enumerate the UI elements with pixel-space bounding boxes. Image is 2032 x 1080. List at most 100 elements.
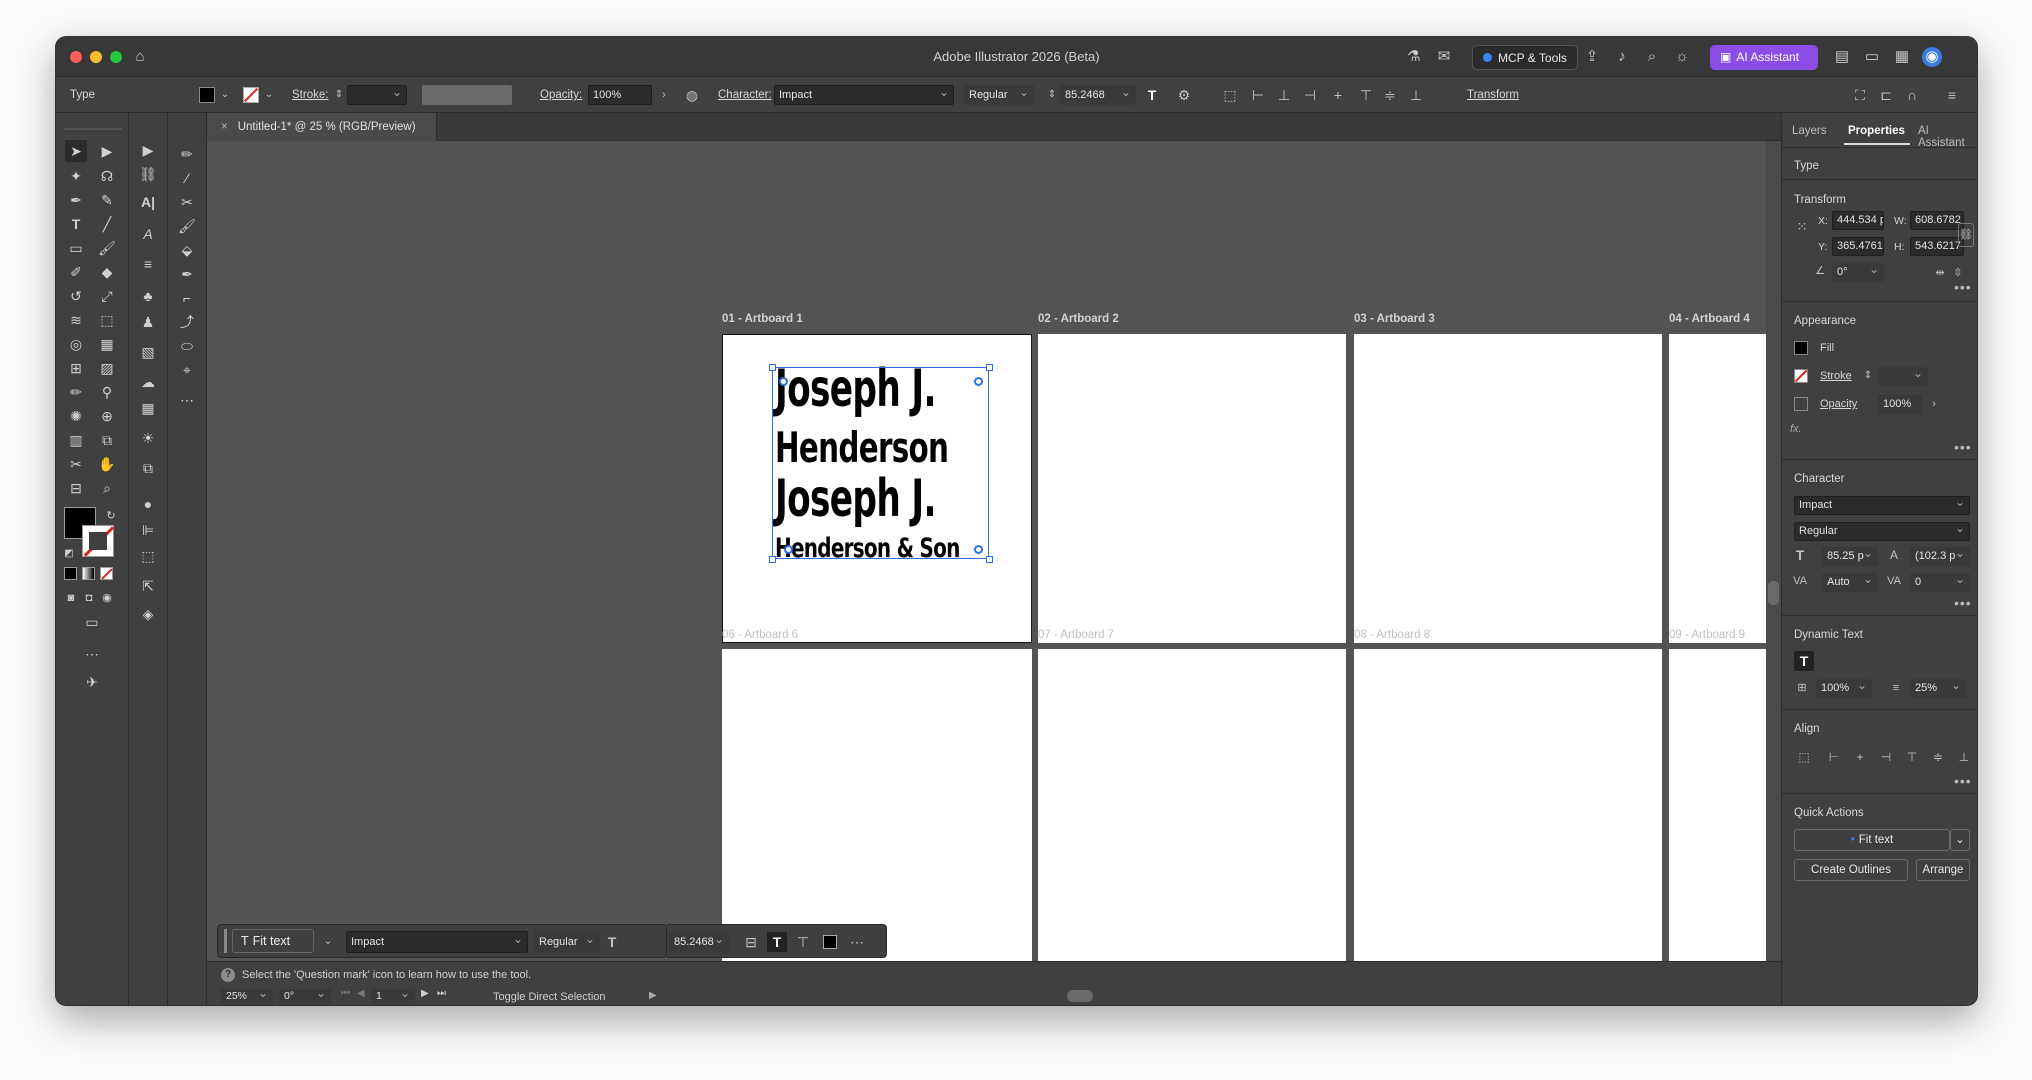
arrange-button[interactable]: Arrange: [1916, 859, 1970, 881]
stroke-color-box[interactable]: [82, 525, 115, 557]
none-mode-icon[interactable]: [100, 567, 113, 580]
search-icon[interactable]: ⌕: [1642, 47, 1662, 67]
artboard-label[interactable]: 06 - Artboard 6: [722, 629, 798, 641]
dynamic-type-icon[interactable]: T: [1142, 85, 1162, 105]
stroke-label[interactable]: Stroke:: [292, 89, 328, 101]
reference-point-icon[interactable]: ⁙: [1792, 217, 1812, 237]
artboard-number-field[interactable]: 1: [371, 989, 415, 1004]
type-tool-icon[interactable]: T: [65, 213, 87, 235]
text-out-port[interactable]: [974, 377, 983, 386]
artboard-3[interactable]: [1354, 334, 1662, 643]
gradient-mode-icon[interactable]: [82, 567, 95, 580]
shaper-tool-icon[interactable]: ✐: [65, 261, 87, 283]
artboard-label[interactable]: 03 - Artboard 3: [1354, 313, 1435, 325]
eraser-icon[interactable]: ◆: [96, 261, 118, 283]
bell-icon[interactable]: ♪: [1612, 47, 1632, 67]
ctb-size-field[interactable]: 85.2468: [669, 931, 729, 953]
paragraph-icon[interactable]: ≡: [137, 253, 159, 275]
artboard-7[interactable]: [1038, 649, 1346, 961]
lightbulb-icon[interactable]: ☼: [1672, 47, 1692, 67]
pathfinder-icon[interactable]: ●: [137, 493, 159, 515]
resize-handle[interactable]: [986, 556, 993, 563]
align-hcenter-icon[interactable]: ⊥: [1274, 85, 1294, 105]
h-scroll-thumb[interactable]: [1067, 990, 1093, 1002]
swatches-icon[interactable]: ▦: [137, 397, 159, 419]
puppet-warp-icon[interactable]: ♟: [137, 311, 159, 333]
font-style-field[interactable]: Regular: [964, 85, 1034, 105]
text-anchor[interactable]: [784, 545, 793, 554]
stroke-swatch-dropdown-icon[interactable]: ⌄: [259, 85, 279, 105]
appearance-fill-swatch[interactable]: [1794, 341, 1808, 355]
graph-tool-icon[interactable]: ▥: [65, 429, 87, 451]
distribute-icon[interactable]: +: [1328, 85, 1348, 105]
zoom-field[interactable]: 25%: [221, 989, 273, 1004]
mesh-tool-icon[interactable]: ⊞: [65, 357, 87, 379]
opacity-link[interactable]: Opacity: [1820, 398, 1857, 410]
appearance-more-icon[interactable]: •••: [1954, 439, 1972, 455]
lasso-icon[interactable]: ☊: [96, 165, 118, 187]
comments-icon[interactable]: ✉: [1434, 47, 1454, 67]
artboard-label[interactable]: 09 - Artboard 9: [1669, 629, 1745, 641]
gradient-tool-icon[interactable]: ▨: [96, 357, 118, 379]
scissors-icon[interactable]: ✂: [176, 191, 198, 213]
kerning-field[interactable]: Auto: [1822, 573, 1878, 592]
hand-tool-icon[interactable]: ✋: [96, 453, 118, 475]
resize-handle[interactable]: [986, 364, 993, 371]
artboard-1[interactable]: Joseph J. Henderson Joseph J. Henderson …: [722, 334, 1032, 643]
fill-bucket-icon[interactable]: ⬙: [176, 239, 198, 261]
x-field[interactable]: 444.534 p: [1832, 211, 1884, 230]
artboard-6[interactable]: [722, 649, 1032, 961]
more-options-icon[interactable]: ⋯: [847, 932, 867, 952]
panel-align-center-icon[interactable]: +: [1850, 747, 1870, 767]
ai-assistant-button[interactable]: ▣ AI Assistant: [1710, 45, 1818, 70]
dynamic-spacing-field[interactable]: 25%: [1910, 679, 1966, 698]
canvas[interactable]: 01 - Artboard 1 02 - Artboard 2 03 - Art…: [207, 141, 1766, 961]
text-anchor[interactable]: [974, 545, 983, 554]
ellipse-tool-icon[interactable]: ⬭: [176, 335, 198, 357]
panel-align-middle-icon[interactable]: ≑: [1928, 747, 1948, 767]
align-top-icon[interactable]: ⊤: [1356, 85, 1376, 105]
gradient-panel-icon[interactable]: ▧: [137, 341, 159, 363]
slice-tool-icon[interactable]: ✂: [65, 453, 87, 475]
brightness-icon[interactable]: ☀: [137, 427, 159, 449]
text-options-icon[interactable]: ⊤: [793, 932, 813, 952]
dynamic-text-icon[interactable]: T: [1794, 651, 1814, 671]
direct-selection-tool-icon[interactable]: ▶: [96, 140, 118, 162]
align-bottom-icon[interactable]: ⊥: [1406, 85, 1426, 105]
resize-handle[interactable]: [769, 556, 776, 563]
close-tab-icon[interactable]: ×: [221, 121, 228, 133]
transform-more-icon[interactable]: •••: [1954, 279, 1972, 295]
appearance-opacity-field[interactable]: 100%: [1878, 395, 1922, 414]
appearance-stroke-swatch[interactable]: [1794, 369, 1808, 383]
variable-width-profile[interactable]: [422, 85, 512, 105]
panel-layout-icon[interactable]: ▤: [1832, 47, 1852, 67]
align-panel-icon[interactable]: ⊫: [137, 519, 159, 541]
character-styles-icon[interactable]: A: [137, 223, 159, 245]
artboard-2[interactable]: [1038, 334, 1346, 643]
smooth-tool-icon[interactable]: ⁄: [176, 167, 198, 189]
fit-text-dropdown-icon[interactable]: ⌄: [318, 931, 338, 951]
artboard-8[interactable]: [1354, 649, 1662, 961]
font-size-field[interactable]: 85.2468: [1060, 85, 1136, 105]
tab-properties[interactable]: Properties: [1848, 125, 1905, 137]
draw-inside-icon[interactable]: ◉: [96, 587, 118, 609]
free-transform-icon[interactable]: ⬚: [96, 309, 118, 331]
document-tab[interactable]: × Untitled-1* @ 25 % (RGB/Preview): [207, 113, 437, 141]
constrain-proportions-icon[interactable]: ⛓: [1958, 223, 1974, 247]
swap-colors-icon[interactable]: ↻: [100, 505, 122, 527]
scale-tool-icon[interactable]: ⤢: [96, 285, 118, 307]
font-family-field[interactable]: Impact: [774, 85, 954, 105]
opacity-field[interactable]: 100%: [588, 85, 652, 105]
artboard-9[interactable]: [1669, 649, 1766, 961]
text-frame-icon[interactable]: ⊟: [741, 932, 761, 952]
transform-link[interactable]: Transform: [1467, 89, 1519, 101]
dynamic-type-icon[interactable]: T: [767, 932, 787, 952]
panel-align-top-icon[interactable]: ⊤: [1902, 747, 1922, 767]
artboard-label[interactable]: 04 - Artboard 4: [1669, 313, 1750, 325]
size-stepper-icon[interactable]: ⇕: [1042, 85, 1062, 105]
links-icon[interactable]: ⛓: [137, 163, 159, 185]
quick-fit-text-button[interactable]: • Fit text: [1794, 829, 1950, 851]
eyedropper-icon[interactable]: ✏: [65, 381, 87, 403]
create-outlines-button[interactable]: Create Outlines: [1794, 859, 1908, 881]
panel-align-bottom-icon[interactable]: ⊥: [1954, 747, 1974, 767]
